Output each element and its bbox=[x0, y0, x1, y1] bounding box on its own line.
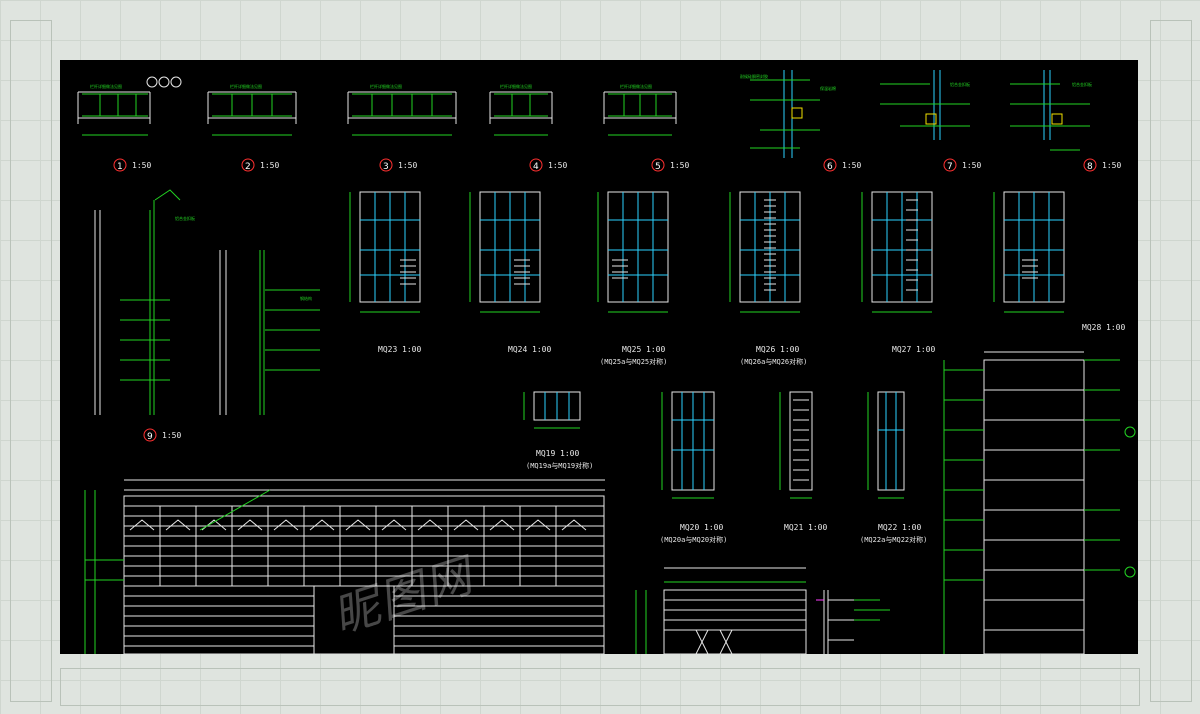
svg-text:4: 4 bbox=[533, 162, 539, 172]
label-mq28-scale: 1:00 bbox=[1106, 323, 1125, 332]
detail-label-8: 8 1:50 bbox=[1083, 158, 1121, 172]
svg-text:铝合金扣板: 铝合金扣板 bbox=[175, 215, 195, 221]
svg-text:1:50: 1:50 bbox=[1102, 161, 1121, 170]
detail-7-drawing: 铝合金扣板 bbox=[880, 70, 970, 140]
detail-9-drawing: 铝合金扣板 钢结构 9 1:50 bbox=[94, 189, 320, 442]
background-sheet-bottom bbox=[60, 668, 1140, 706]
svg-text:铝合金扣板: 铝合金扣板 bbox=[950, 81, 970, 87]
detail-6-drawing: 耐候硅酮密封胶 保温岩棉 bbox=[740, 70, 836, 158]
label-mq27: MQ27 bbox=[892, 345, 911, 354]
label-mq21-scale: 1:00 bbox=[808, 523, 827, 532]
svg-text:1:50: 1:50 bbox=[548, 161, 567, 170]
svg-text:1:50: 1:50 bbox=[260, 161, 279, 170]
svg-text:保温岩棉: 保温岩棉 bbox=[820, 85, 836, 91]
detail-label-1: 1 1:50 bbox=[113, 158, 151, 172]
label-mq20-note: (MQ20a与MQ20对称) bbox=[660, 535, 727, 544]
detail-label-4: 4 1:50 bbox=[529, 158, 567, 172]
label-mq25-note: (MQ25a与MQ25对称) bbox=[600, 357, 667, 366]
curtain-wall-mq20 bbox=[661, 391, 715, 499]
detail-9-scale: 1:50 bbox=[162, 431, 181, 440]
label-mq20: MQ20 bbox=[680, 523, 699, 532]
cad-drawing-panel: 栏杆详细做法见图 栏杆详细做法见图 栏杆详细做法见图 栏杆详细做法见图 栏杆详细… bbox=[60, 60, 1138, 654]
curtain-wall-mq27 bbox=[861, 191, 933, 313]
detail-8-drawing: 铝合金扣板 bbox=[1010, 70, 1092, 151]
small-section-detail bbox=[816, 590, 890, 654]
background-sheet-right bbox=[1150, 20, 1192, 702]
curtain-wall-mq22 bbox=[867, 391, 905, 499]
svg-text:钢结构: 钢结构 bbox=[300, 295, 312, 301]
svg-text:8: 8 bbox=[1087, 162, 1093, 172]
svg-text:7: 7 bbox=[947, 162, 953, 172]
building-elevation bbox=[84, 479, 605, 654]
label-mq27-scale: 1:00 bbox=[916, 345, 935, 354]
svg-text:3: 3 bbox=[383, 162, 389, 172]
svg-text:铝合金扣板: 铝合金扣板 bbox=[1072, 81, 1092, 87]
detail-label-3: 3 1:50 bbox=[379, 158, 417, 172]
detail-4-drawing: 栏杆详细做法见图 bbox=[489, 83, 553, 136]
label-mq21: MQ21 bbox=[784, 523, 803, 532]
background-sheet-left bbox=[10, 20, 52, 702]
detail-2-drawing: 栏杆详细做法见图 bbox=[207, 83, 297, 136]
label-mq22-note: (MQ22a与MQ22对称) bbox=[860, 535, 927, 544]
svg-text:1:50: 1:50 bbox=[132, 161, 151, 170]
label-mq23-scale: 1:00 bbox=[402, 345, 421, 354]
svg-text:栏杆详细做法见图: 栏杆详细做法见图 bbox=[370, 83, 402, 89]
detail-9-num: 9 bbox=[147, 432, 153, 442]
svg-text:6: 6 bbox=[827, 162, 833, 172]
label-mq24: MQ24 bbox=[508, 345, 527, 354]
label-mq25: MQ25 bbox=[622, 345, 641, 354]
cad-drawing: 栏杆详细做法见图 栏杆详细做法见图 栏杆详细做法见图 栏杆详细做法见图 栏杆详细… bbox=[77, 70, 1136, 654]
svg-text:耐候硅酮密封胶: 耐候硅酮密封胶 bbox=[740, 73, 768, 79]
label-mq19: MQ19 bbox=[536, 449, 555, 458]
svg-text:1:50: 1:50 bbox=[962, 161, 981, 170]
detail-1-drawing: 栏杆详细做法见图 bbox=[77, 76, 182, 136]
svg-text:1:50: 1:50 bbox=[842, 161, 861, 170]
entrance-elevation bbox=[635, 567, 807, 654]
label-mq20-scale: 1:00 bbox=[704, 523, 723, 532]
label-mq23: MQ23 bbox=[378, 345, 397, 354]
detail-label-5: 5 1:50 bbox=[651, 158, 689, 172]
label-mq25-scale: 1:00 bbox=[646, 345, 665, 354]
label-mq26-note: (MQ26a与MQ26对称) bbox=[740, 357, 807, 366]
svg-text:栏杆详细做法见图: 栏杆详细做法见图 bbox=[500, 83, 532, 89]
label-mq24-scale: 1:00 bbox=[532, 345, 551, 354]
svg-text:栏杆详细做法见图: 栏杆详细做法见图 bbox=[90, 83, 122, 89]
curtain-wall-mq24 bbox=[469, 191, 541, 313]
label-mq19-scale: 1:00 bbox=[560, 449, 579, 458]
label-mq19-note: (MQ19a与MQ19对称) bbox=[526, 461, 593, 470]
curtain-wall-mq19 bbox=[523, 391, 581, 429]
svg-text:1: 1 bbox=[117, 162, 123, 172]
detail-5-drawing: 栏杆详细做法见图 bbox=[603, 83, 677, 136]
curtain-wall-mq28-top bbox=[993, 191, 1065, 313]
svg-text:栏杆详细做法见图: 栏杆详细做法见图 bbox=[620, 83, 652, 89]
curtain-wall-mq21 bbox=[779, 391, 813, 499]
detail-label-7: 7 1:50 bbox=[943, 158, 981, 172]
curtain-wall-mq23 bbox=[349, 191, 421, 313]
svg-text:1:50: 1:50 bbox=[398, 161, 417, 170]
label-mq22: MQ22 bbox=[878, 523, 897, 532]
detail-label-2: 2 1:50 bbox=[241, 158, 279, 172]
curtain-wall-mq25 bbox=[597, 191, 669, 313]
label-mq22-scale: 1:00 bbox=[902, 523, 921, 532]
svg-text:1:50: 1:50 bbox=[670, 161, 689, 170]
detail-3-drawing: 栏杆详细做法见图 bbox=[347, 83, 457, 136]
detail-label-6: 6 1:50 bbox=[823, 158, 861, 172]
label-mq26-scale: 1:00 bbox=[780, 345, 799, 354]
svg-text:栏杆详细做法见图: 栏杆详细做法见图 bbox=[230, 83, 262, 89]
svg-text:2: 2 bbox=[245, 162, 251, 172]
svg-text:5: 5 bbox=[655, 162, 661, 172]
curtain-wall-mq26 bbox=[729, 191, 801, 313]
label-mq28: MQ28 bbox=[1082, 323, 1101, 332]
curtain-wall-mq28-elevation bbox=[943, 351, 1136, 654]
label-mq26: MQ26 bbox=[756, 345, 775, 354]
